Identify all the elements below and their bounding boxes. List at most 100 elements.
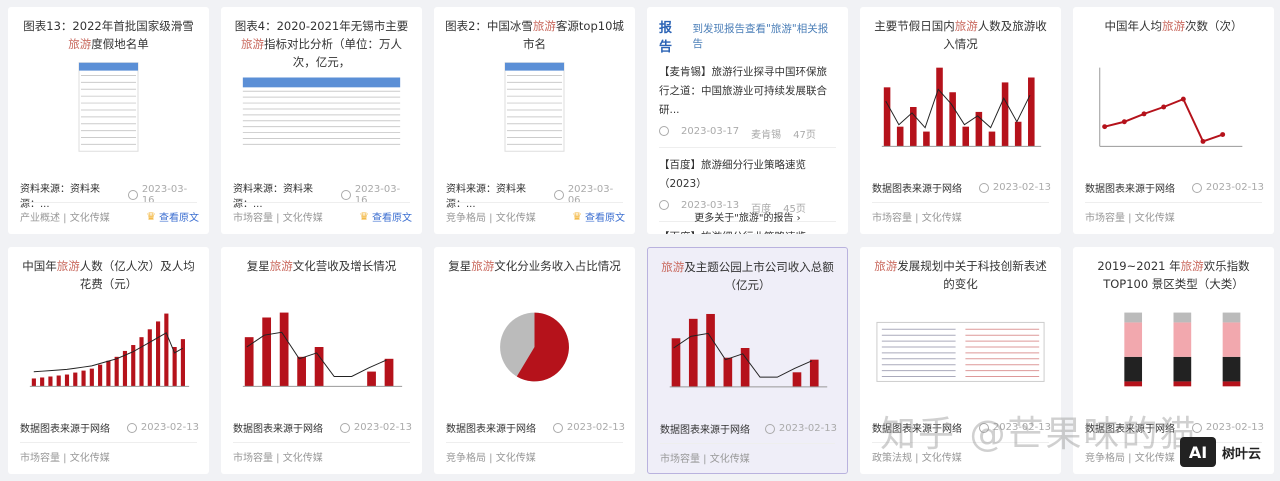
card-tags[interactable]: 竞争格局 | 文化传媒 (446, 449, 536, 464)
chart-thumbnail (500, 312, 569, 382)
chart-image[interactable] (20, 297, 197, 397)
chart-card[interactable]: 图表2：中国冰雪旅游客源top10城市名 资料来源：资料来源：... 2023-0… (434, 7, 635, 234)
title-keyword: 旅游 (269, 259, 293, 273)
view-original-button[interactable]: ♛ 查看原文 (572, 209, 625, 224)
card-source: 数据图表来源于网络 (660, 425, 750, 436)
card-title[interactable]: 图表4：2020-2021年无锡市主要旅游指标对比分析（单位：万人次，亿元， (231, 17, 412, 69)
chart-image[interactable] (446, 297, 623, 397)
card-date: 2023-02-13 (353, 422, 412, 433)
more-reports-link[interactable]: 更多关于"旅游"的报告 › (647, 209, 848, 224)
title-text: 中国年 (22, 259, 57, 273)
chart-image[interactable] (660, 298, 835, 398)
card-source: 数据图表来源于网络 (20, 424, 110, 435)
card-tags[interactable]: 市场容量 | 文化传媒 (20, 449, 110, 464)
card-title[interactable]: 复星旅游文化分业务收入占比情况 (444, 257, 625, 295)
chart-card[interactable]: 主要节假日国内旅游人数及旅游收入情况 数据图表来源于网络 2023-02-13 市… (860, 7, 1061, 234)
title-text: 2019~2021 年 (1097, 259, 1181, 273)
chart-card[interactable]: 图表13：2022年首批国家级滑雪旅游度假地名单 资料来源：资料来源：... 20… (8, 7, 209, 234)
chart-image[interactable] (872, 297, 1049, 397)
report-logo: 报告 (659, 21, 673, 55)
card-tags[interactable]: 市场容量 | 文化传媒 (233, 209, 323, 224)
chart-card[interactable]: 复星旅游文化营收及增长情况 数据图表来源于网络 2023-02-13 市场容量 |… (221, 247, 422, 474)
chart-thumbnail (1124, 312, 1241, 387)
chart-image[interactable] (233, 57, 410, 157)
card-date: 2023-02-13 (992, 422, 1051, 433)
title-keyword: 旅游 (1162, 19, 1185, 33)
card-tags[interactable]: 市场容量 | 文化传媒 (872, 209, 962, 224)
title-keyword: 旅游 (532, 19, 556, 33)
divider (660, 443, 835, 444)
view-original-button[interactable]: ♛ 查看原文 (359, 209, 412, 224)
title-text: 图表13：2022年首批国家级滑雪 (23, 19, 194, 33)
title-text: 主要节假日国内 (874, 19, 955, 33)
chart-image[interactable] (1085, 297, 1262, 397)
divider (446, 202, 623, 203)
report-item[interactable]: 【麦肯锡】旅游行业探寻中国环保旅行之道：中国旅游业可持续发展联合研... (659, 63, 836, 120)
card-source: 数据图表来源于网络 (233, 424, 323, 435)
chart-card[interactable]: 中国年旅游人数（亿人次）及人均花费（元） 数据图表来源于网络 2023-02-13… (8, 247, 209, 474)
divider (872, 202, 1049, 203)
title-text: 文化营收及增长情况 (292, 259, 397, 273)
report-item[interactable]: 【百度】旅游细分行业策略速览（2023） (659, 156, 836, 194)
card-tags[interactable]: 政策法规 | 文化传媒 (872, 449, 962, 464)
view-original-label: 查看原文 (159, 213, 199, 224)
card-tags[interactable]: 产业概述 | 文化传媒 (20, 209, 110, 224)
card-title[interactable]: 复星旅游文化营收及增长情况 (231, 257, 412, 295)
card-title[interactable]: 图表2：中国冰雪旅游客源top10城市名 (444, 17, 625, 55)
divider (20, 202, 197, 203)
card-tags[interactable]: 竞争格局 | 文化传媒 (1085, 449, 1175, 464)
chart-card[interactable]: 中国年人均旅游次数（次） 数据图表来源于网络 2023-02-13 市场容量 | … (1073, 7, 1274, 234)
chart-image[interactable] (872, 57, 1049, 157)
view-original-button[interactable]: ♛ 查看原文 (146, 209, 199, 224)
card-date: 2023-02-13 (778, 423, 837, 434)
clock-icon (553, 190, 564, 200)
chart-image[interactable] (20, 57, 197, 157)
chart-card[interactable]: 旅游及主题公园上市公司收入总额（亿元） 数据图表来源于网络 2023-02-13 … (647, 247, 848, 474)
crown-icon: ♛ (572, 210, 582, 223)
view-original-label: 查看原文 (585, 213, 625, 224)
card-tags[interactable]: 市场容量 | 文化传媒 (660, 450, 750, 465)
report-card[interactable]: 报告 到发现报告查看"旅游"相关报告【麦肯锡】旅游行业探寻中国环保旅行之道：中国旅… (647, 7, 848, 234)
clock-icon (659, 126, 669, 136)
clock-icon (978, 182, 989, 193)
card-title[interactable]: 旅游发展规划中关于科技创新表述的变化 (870, 257, 1051, 295)
chart-card[interactable]: 旅游发展规划中关于科技创新表述的变化 数据图表来源于网络 2023-02-13 政… (860, 247, 1061, 474)
report-header-link[interactable]: 到发现报告查看"旅游"相关报告 (693, 21, 836, 51)
chart-card[interactable]: 图表4：2020-2021年无锡市主要旅游指标对比分析（单位：万人次，亿元， 资… (221, 7, 422, 234)
ai-logo-icon: AI (1180, 437, 1216, 467)
chart-image[interactable] (446, 57, 623, 157)
card-source: 资料来源：资料来源：... (446, 184, 526, 210)
chart-image[interactable] (1085, 57, 1262, 157)
clock-icon (1191, 182, 1202, 193)
card-title[interactable]: 图表13：2022年首批国家级滑雪旅游度假地名单 (18, 17, 199, 55)
card-title[interactable]: 中国年旅游人数（亿人次）及人均花费（元） (18, 257, 199, 295)
title-keyword: 旅游 (874, 259, 898, 273)
title-text: 图表4：2020-2021年无锡市主要 (234, 19, 409, 33)
title-text: 复星 (448, 259, 472, 273)
card-source: 资料来源：资料来源：... (20, 184, 100, 210)
chart-thumbnail (1099, 67, 1243, 147)
card-tags[interactable]: 竞争格局 | 文化传媒 (446, 209, 536, 224)
title-text: 次数（次） (1185, 19, 1243, 33)
card-title[interactable]: 中国年人均旅游次数（次） (1083, 17, 1264, 55)
divider (233, 202, 410, 203)
card-date: 2023-02-13 (992, 182, 1051, 193)
view-original-label: 查看原文 (372, 213, 412, 224)
card-title[interactable]: 2019~2021 年旅游欢乐指数 TOP100 景区类型（大类） (1083, 257, 1264, 295)
divider (446, 442, 623, 443)
card-title[interactable]: 旅游及主题公园上市公司收入总额（亿元） (658, 258, 837, 296)
card-source: 数据图表来源于网络 (1085, 184, 1175, 195)
clock-icon (339, 422, 350, 433)
chart-image[interactable] (233, 297, 410, 397)
card-title[interactable]: 主要节假日国内旅游人数及旅游收入情况 (870, 17, 1051, 55)
report-item[interactable]: 【百度】旅游细分行业策略速览 (659, 228, 836, 234)
chart-card[interactable]: 复星旅游文化分业务收入占比情况 数据图表来源于网络 2023-02-13 竞争格局… (434, 247, 635, 474)
clock-icon (127, 190, 138, 200)
card-date: 2023-02-13 (1205, 182, 1264, 193)
title-text: 复星 (246, 259, 270, 273)
title-keyword: 旅游 (56, 259, 80, 273)
report-header[interactable]: 报告 到发现报告查看"旅游"相关报告 (659, 17, 836, 55)
card-tags[interactable]: 市场容量 | 文化传媒 (1085, 209, 1175, 224)
card-tags[interactable]: 市场容量 | 文化传媒 (233, 449, 323, 464)
card-source: 数据图表来源于网络 (872, 184, 962, 195)
